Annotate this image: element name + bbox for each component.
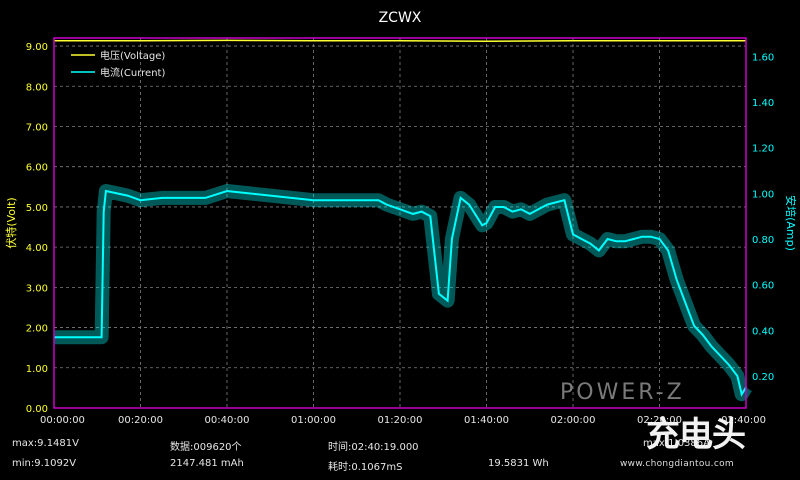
stat-energy-wh: 19.5831 Wh bbox=[488, 458, 549, 469]
y-right-tick-label: 1.60 bbox=[752, 52, 774, 63]
y-left-tick-label: 3.00 bbox=[26, 283, 48, 294]
y-left-tick-label: 2.00 bbox=[26, 324, 48, 335]
stat-interval: 耗时:0.1067mS bbox=[328, 462, 403, 473]
x-tick-label: 02:00:00 bbox=[551, 415, 596, 426]
y-right-tick-label: 0.20 bbox=[752, 372, 774, 383]
chart-title: ZCWX bbox=[379, 10, 422, 26]
y-right-tick-label: 0.40 bbox=[752, 326, 774, 337]
series-line-0 bbox=[54, 39, 746, 42]
y-right-label: 安培(Amp) bbox=[784, 195, 798, 251]
site-url-watermark: www.chongdiantou.com bbox=[620, 459, 734, 469]
y-left-label: 伏特(Volt) bbox=[4, 197, 18, 248]
x-tick-label: 00:20:00 bbox=[118, 415, 163, 426]
y-left-tick-label: 6.00 bbox=[26, 163, 48, 174]
y-left-tick-label: 7.00 bbox=[26, 122, 48, 133]
stat-data-count: 数据:009620个 bbox=[170, 442, 242, 453]
stat-max-voltage: max:9.1481V bbox=[12, 438, 79, 449]
y-left-tick-label: 8.00 bbox=[26, 82, 48, 93]
y-left-tick-label: 9.00 bbox=[26, 42, 48, 53]
chart: ZCWX 0.00 1.00 2.00 3.00 4.00 5.00 6.00 7.00 8.0… bbox=[0, 0, 800, 480]
stat-min-voltage: min:9.1092V bbox=[12, 458, 77, 469]
x-tick-label: 00:40:00 bbox=[205, 415, 250, 426]
site-logo: 充电头 bbox=[646, 415, 746, 455]
legend-current-label: 电流(Current) bbox=[100, 66, 165, 79]
y-left-tick-label: 0.00 bbox=[26, 404, 48, 415]
x-tick-label: 01:40:00 bbox=[464, 415, 509, 426]
y-right-tick-label: 1.00 bbox=[752, 189, 774, 200]
legend-voltage-label: 电压(Voltage) bbox=[100, 49, 165, 62]
x-tick-label: 01:00:00 bbox=[291, 415, 336, 426]
stat-time: 时间:02:40:19.000 bbox=[328, 442, 419, 453]
y-left-tick-label: 1.00 bbox=[26, 364, 48, 375]
y-left-tick-label: 5.00 bbox=[26, 203, 48, 214]
x-tick-label: 01:20:00 bbox=[378, 415, 423, 426]
stat-capacity-mah: 2147.481 mAh bbox=[170, 458, 244, 469]
y-right-tick-label: 1.40 bbox=[752, 98, 774, 109]
x-tick-label: 00:00:00 bbox=[40, 415, 85, 426]
y-right-tick-label: 0.80 bbox=[752, 235, 774, 246]
y-left-tick-label: 4.00 bbox=[26, 243, 48, 254]
y-right-tick-label: 0.60 bbox=[752, 281, 774, 292]
y-right-tick-label: 1.20 bbox=[752, 144, 774, 155]
power-z-watermark: POWER-Z bbox=[560, 380, 685, 405]
